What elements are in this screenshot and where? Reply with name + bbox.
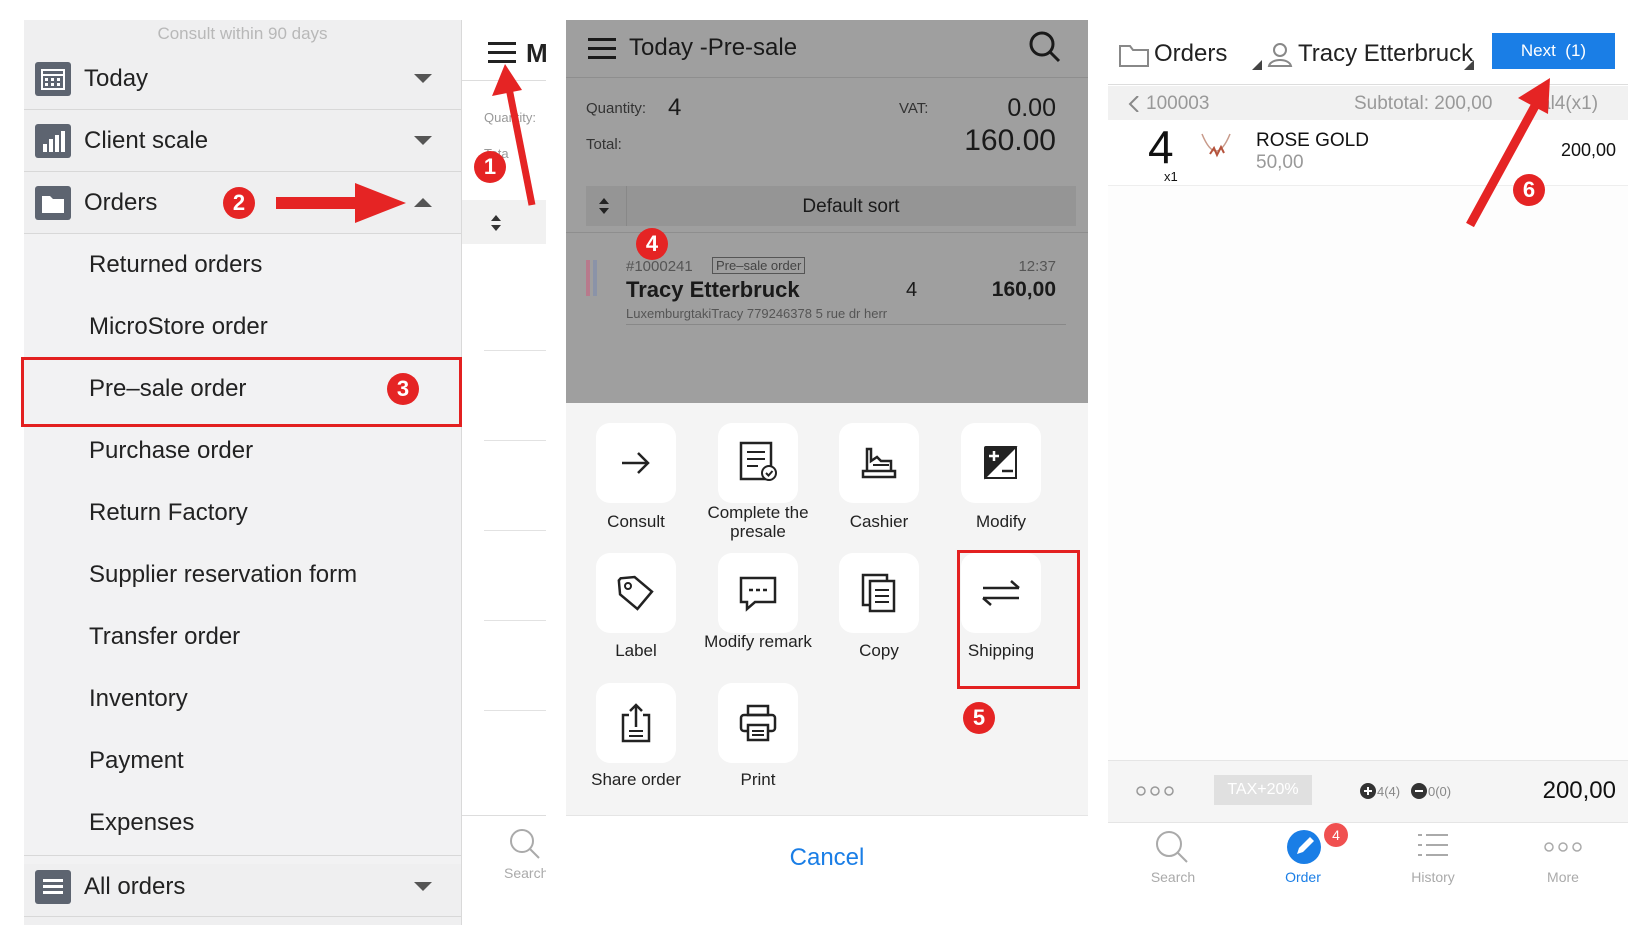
annotation-arrow-2 <box>276 197 358 209</box>
annotation-arrow-1 <box>505 87 536 206</box>
annotation-arrowhead-2 <box>355 183 406 223</box>
annotation-arrow-6 <box>1466 103 1539 228</box>
annotation-arrows <box>276 64 1550 228</box>
annotation-arrowhead-1 <box>492 64 522 96</box>
